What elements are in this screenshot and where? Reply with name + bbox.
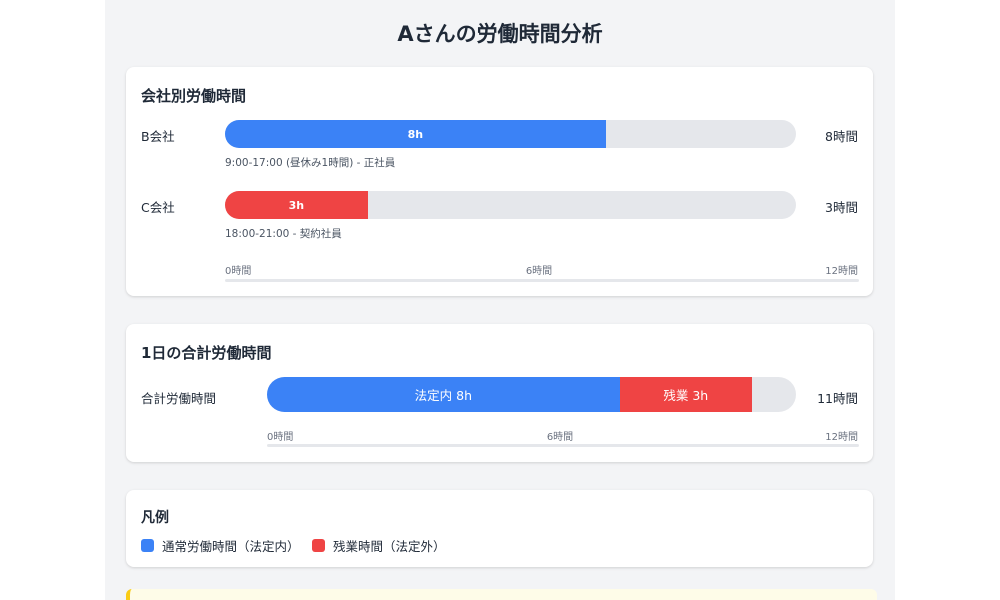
company-c-label: C会社 — [141, 200, 175, 215]
axis2-tick-12: 12時間 — [825, 432, 858, 443]
overtime-hours-segment-label: 残業 3h — [663, 388, 709, 403]
axis1-tick-6: 6時間 — [525, 266, 553, 277]
legend-card: 凡例 通常労働時間（法定内） 残業時間（法定外） — [126, 490, 873, 567]
company-c-bar: 3h — [225, 191, 368, 219]
axis2-tick-6: 6時間 — [546, 432, 574, 443]
regular-hours-segment: 法定内 8h — [267, 377, 620, 412]
company-c-note: 18:00-21:00 - 契約社員 — [225, 228, 342, 240]
legend-label-overtime: 残業時間（法定外） — [333, 539, 446, 554]
company-hours-title: 会社別労働時間 — [141, 87, 247, 105]
axis2-line — [267, 444, 859, 447]
regular-hours-segment-label: 法定内 8h — [414, 388, 472, 403]
company-c-bar-track: 3h — [225, 191, 796, 219]
legend-swatch-regular — [141, 539, 154, 552]
company-b-bar-label: 8h — [407, 127, 424, 141]
company-b-value: 8時間 — [825, 129, 858, 144]
company-hours-card: 会社別労働時間 B会社 8h 8時間 9:00-17:00 (昼休み1時間) -… — [126, 67, 873, 296]
company-c-bar-label: 3h — [288, 198, 305, 212]
total-hours-value: 11時間 — [817, 391, 858, 406]
axis1-tick-12: 12時間 — [825, 266, 858, 277]
legend-title: 凡例 — [141, 510, 169, 526]
analysis-page: Aさんの労働時間分析 会社別労働時間 B会社 8h 8時間 9:00-17:00… — [105, 0, 895, 600]
axis2-tick-0: 0時間 — [267, 432, 294, 443]
company-c-value: 3時間 — [825, 200, 858, 215]
legend-item-regular: 通常労働時間（法定内） — [141, 536, 300, 555]
company-b-note: 9:00-17:00 (昼休み1時間) - 正社員 — [225, 157, 396, 169]
axis1-tick-0: 0時間 — [225, 266, 252, 277]
legend-item-overtime: 残業時間（法定外） — [312, 536, 446, 555]
total-hours-card: 1日の合計労働時間 合計労働時間 法定内 8h 残業 3h 11時間 0時間 6… — [126, 324, 873, 462]
total-hours-bar-track: 法定内 8h 残業 3h — [267, 377, 796, 412]
company-b-bar: 8h — [225, 120, 606, 148]
company-b-bar-track: 8h — [225, 120, 796, 148]
axis1-line — [225, 279, 859, 282]
total-hours-label: 合計労働時間 — [141, 391, 217, 406]
notice-card — [126, 589, 877, 600]
legend-label-regular: 通常労働時間（法定内） — [162, 539, 300, 554]
page-title: Aさんの労働時間分析 — [397, 22, 603, 46]
company-b-label: B会社 — [141, 129, 175, 144]
overtime-hours-segment: 残業 3h — [619, 377, 752, 412]
legend-swatch-overtime — [312, 539, 325, 552]
total-hours-title: 1日の合計労働時間 — [141, 344, 272, 362]
